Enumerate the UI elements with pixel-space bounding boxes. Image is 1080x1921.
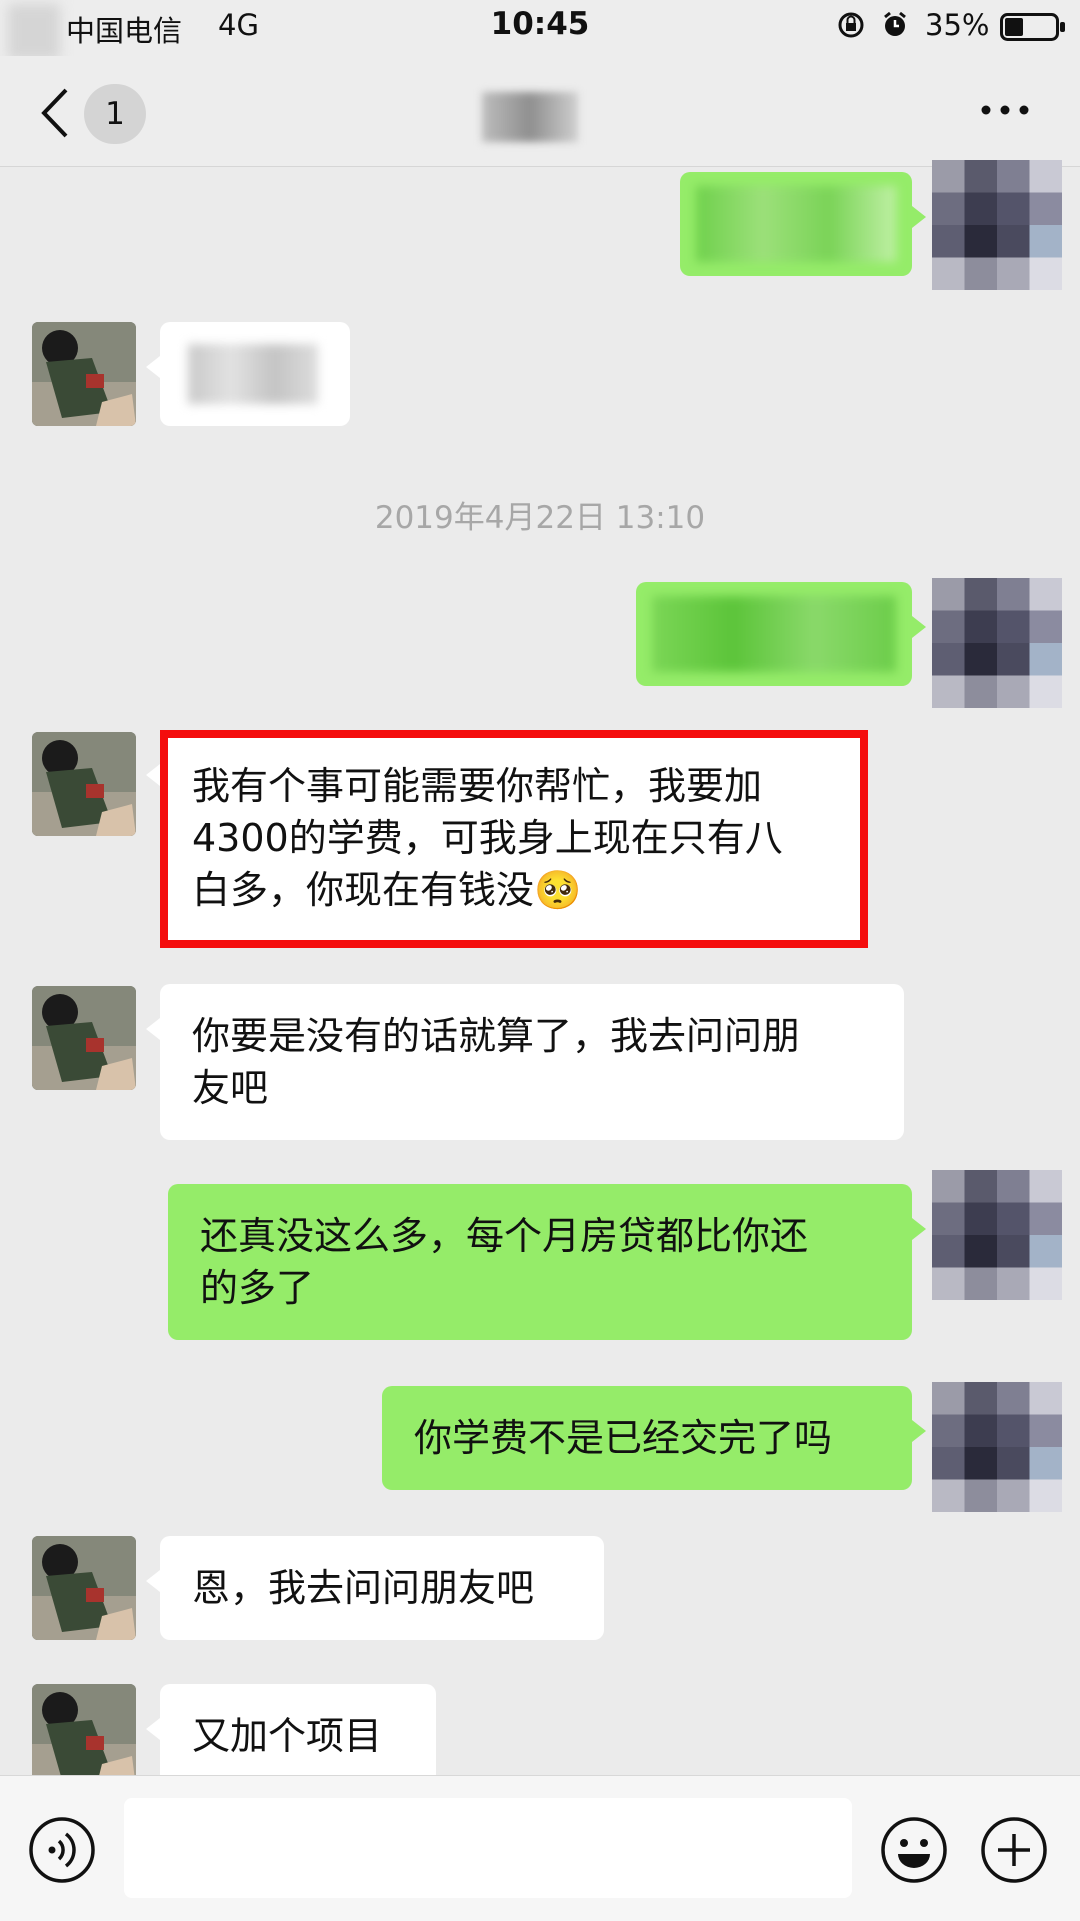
message-line: 还真没这么多，每个月房贷都比你还 (200, 1214, 809, 1258)
contact-avatar[interactable] (32, 1536, 136, 1640)
voice-icon[interactable] (28, 1816, 96, 1884)
message-text: 恩，我去问问朋友吧 (192, 1566, 535, 1610)
chat-title-blurred (482, 92, 578, 142)
battery-icon (1000, 13, 1065, 41)
clock: 10:45 (490, 6, 590, 42)
my-avatar[interactable] (932, 578, 1062, 708)
plus-icon[interactable] (980, 1816, 1048, 1884)
message-text: 又加个项目 (192, 1714, 383, 1758)
my-avatar[interactable] (932, 1382, 1062, 1512)
contact-avatar[interactable] (32, 322, 136, 426)
emoji-icon[interactable] (880, 1816, 948, 1884)
message-received[interactable]: 恩，我去问问朋友吧 (146, 1536, 604, 1640)
status-bar: 中国电信 4G 10:45 35% (0, 0, 1080, 60)
message-received[interactable]: 又加个项目 (146, 1684, 436, 1788)
more-icon[interactable] (980, 100, 1030, 120)
blurred-text (188, 344, 318, 404)
back-arrow-icon[interactable] (36, 86, 76, 140)
message-line: 友吧 (192, 1066, 269, 1110)
red-highlight-box (160, 730, 868, 948)
chat-input-bar (0, 1775, 1080, 1921)
my-avatar[interactable] (932, 160, 1062, 290)
message-line: 的多了 (200, 1266, 315, 1310)
my-avatar[interactable] (932, 1170, 1062, 1300)
battery-percent: 35% (925, 8, 990, 42)
chat-timestamp: 2019年4月22日 13:10 (374, 500, 706, 536)
message-received[interactable]: 你要是没有的话就算了，我去问问朋 友吧 (146, 984, 904, 1140)
contact-avatar[interactable] (32, 1684, 136, 1788)
chat-header: 1 (0, 56, 1080, 167)
blurred-text (652, 596, 896, 672)
message-sent[interactable]: 你学费不是已经交完了吗 (382, 1386, 926, 1490)
contact-avatar[interactable] (32, 732, 136, 836)
message-sent[interactable]: 还真没这么多，每个月房贷都比你还 的多了 (168, 1184, 926, 1340)
contact-avatar[interactable] (32, 986, 136, 1090)
message-text: 你学费不是已经交完了吗 (414, 1416, 833, 1460)
message-sent-blurred[interactable] (680, 172, 926, 276)
alarm-icon (884, 11, 906, 36)
blurred-text (696, 186, 896, 262)
message-input[interactable] (124, 1798, 852, 1898)
message-received-blurred[interactable] (146, 322, 350, 426)
orientation-lock-icon (838, 12, 864, 38)
message-line: 你要是没有的话就算了，我去问问朋 (192, 1014, 801, 1058)
message-sent-blurred[interactable] (636, 582, 926, 686)
unread-count-badge[interactable]: 1 (84, 84, 146, 144)
